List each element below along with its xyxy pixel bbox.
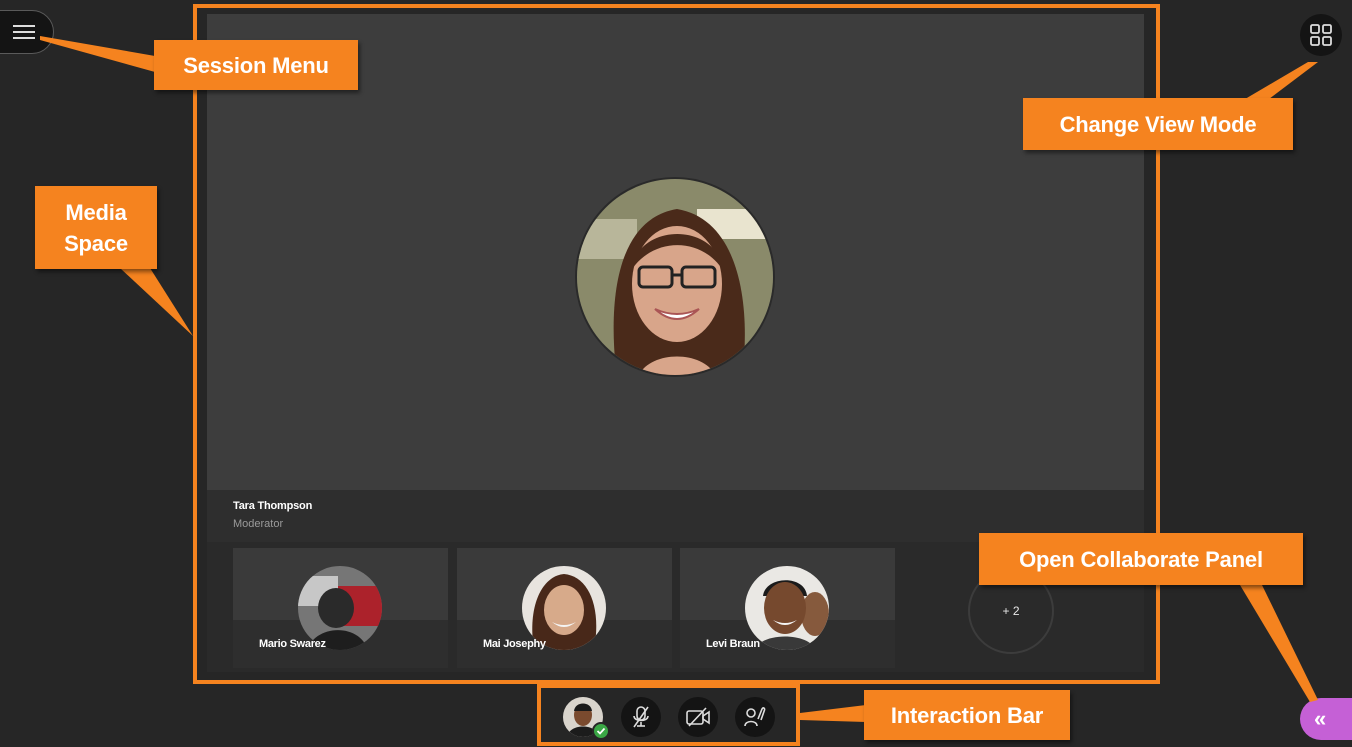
session-menu-callout: Session Menu xyxy=(154,40,358,90)
change-view-mode-callout: Change View Mode xyxy=(1023,98,1293,150)
media-space-callout-line2: Space xyxy=(64,230,128,256)
media-space-callout-line1: Media xyxy=(65,199,127,225)
media-space-callout: Media Space xyxy=(35,186,157,269)
interaction-bar-callout: Interaction Bar xyxy=(864,690,1070,740)
open-collaborate-panel-callout: Open Collaborate Panel xyxy=(979,533,1303,585)
